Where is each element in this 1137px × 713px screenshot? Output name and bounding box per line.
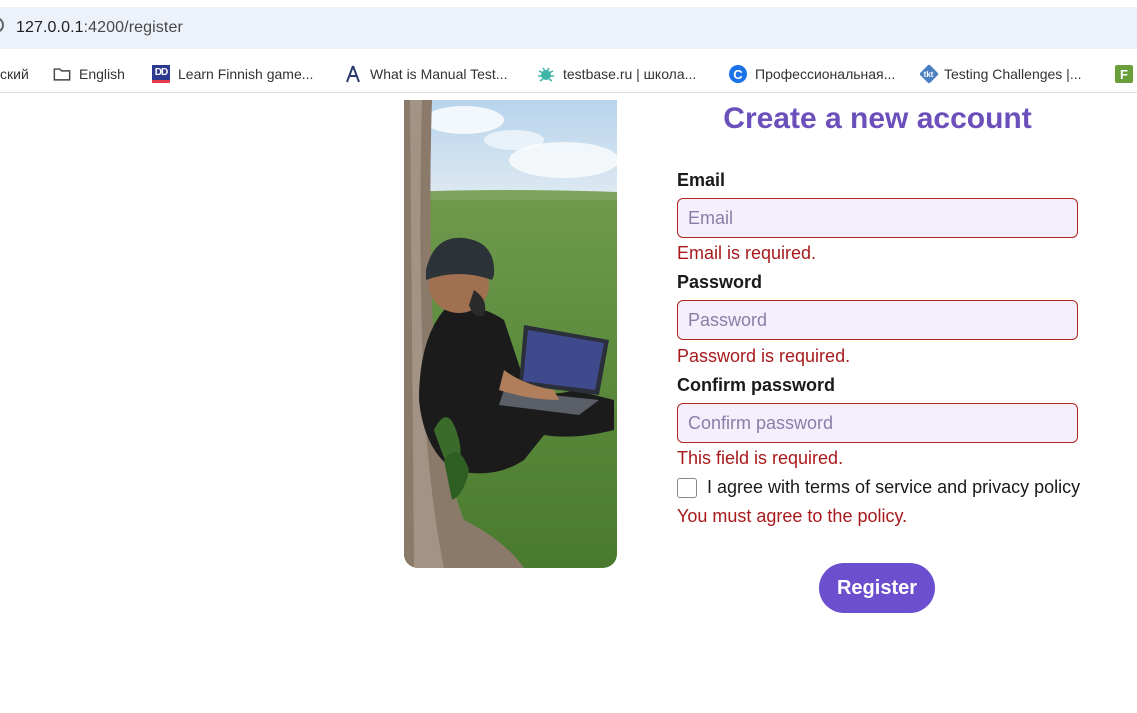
url-host: 127.0.0.1 [16,19,84,36]
bookmark-item[interactable]: testbase.ru | школа... [537,64,696,84]
bookmark-label: Профессиональная... [755,66,896,82]
password-field[interactable] [677,300,1078,340]
bookmark-label: ский [0,66,29,82]
bookmark-label: English [79,66,125,82]
dd-icon: DD [152,65,170,83]
bookmark-label: Testing Challenges |... [944,66,1082,82]
folder-icon [53,65,71,83]
bookmark-item[interactable]: C Профессиональная... [729,64,895,84]
bookmark-label: What is Manual Test... [370,66,508,82]
hero-photo [404,100,617,568]
password-error: Password is required. [677,346,851,366]
c-icon: C [729,65,747,83]
f-icon: F [1115,65,1133,83]
bookmark-label: testbase.ru | школа... [563,66,697,82]
compass-icon [344,65,362,83]
confirm-password-error: This field is required. [677,448,844,468]
agree-error: You must agree to the policy. [677,506,908,526]
bookmark-label: Learn Finnish game... [178,66,314,82]
agree-label[interactable]: I agree with terms of service and privac… [707,477,1080,498]
bookmarks-bar: ский English DD Learn Finnish game... Wh… [0,56,1137,93]
tkt-icon: tkt [919,64,939,84]
url-text[interactable]: 127.0.0.1:4200/register [16,19,183,37]
man-with-laptop-illustration [404,100,617,568]
confirm-password-label: Confirm password [677,375,836,395]
password-label: Password [677,272,763,292]
email-field[interactable] [677,198,1078,238]
confirm-password-field[interactable] [677,403,1078,443]
email-error: Email is required. [677,243,817,263]
bookmark-folder-english[interactable]: English [53,64,125,84]
bookmark-item[interactable]: tkt Testing Challenges |... [919,64,1082,84]
bookmark-item[interactable]: What is Manual Test... [344,64,507,84]
bookmark-item[interactable]: F [1115,64,1137,84]
email-label: Email [677,170,726,190]
site-info-icon[interactable] [0,17,4,33]
register-button[interactable]: Register [819,563,935,613]
url-path: :4200/register [83,19,183,36]
agree-checkbox[interactable] [677,478,697,498]
bookmark-item[interactable]: ский [0,64,29,84]
bookmark-item[interactable]: DD Learn Finnish game... [152,64,313,84]
page-title: Create a new account [723,102,1032,135]
address-bar[interactable]: 127.0.0.1:4200/register [0,7,1137,49]
bug-icon [537,65,555,83]
